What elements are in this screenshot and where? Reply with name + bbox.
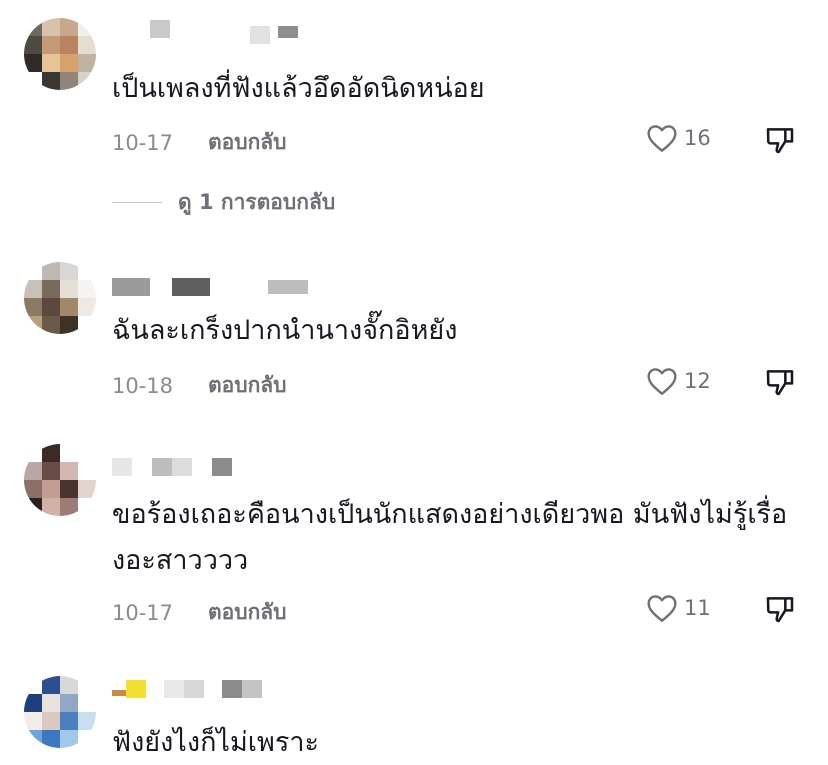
like-count: 12 <box>684 369 711 393</box>
comment-text: ฉันละเกร็งปากนำนางจั๊กอิหยัง <box>112 315 458 346</box>
dislike-button[interactable] <box>764 593 796 629</box>
username-redacted[interactable] <box>112 680 262 702</box>
reply-button[interactable]: ตอบกลับ <box>208 369 287 402</box>
comment-meta: 10-17 ตอบกลับ <box>112 126 287 159</box>
heart-outline-icon <box>647 125 677 152</box>
comment-date: 10-17 <box>112 130 174 155</box>
like-button[interactable]: 11 <box>646 593 711 623</box>
heart-outline-icon <box>647 368 677 395</box>
username-redacted[interactable] <box>112 20 298 44</box>
heart-outline-icon <box>647 595 677 622</box>
comment-meta: 10-18 ตอบกลับ <box>112 369 287 402</box>
view-replies-button[interactable]: ดู 1 การตอบกลับ <box>112 186 335 219</box>
dislike-button[interactable] <box>764 124 796 160</box>
comment-meta: 10-17 ตอบกลับ <box>112 596 287 629</box>
thumbs-down-icon <box>766 128 794 154</box>
comment-date: 10-17 <box>112 600 174 625</box>
divider-line <box>112 201 162 204</box>
like-count: 11 <box>684 596 711 620</box>
avatar[interactable] <box>24 444 96 516</box>
comment-text: ฟังยังไงก็ไม่เพราะ <box>112 727 319 758</box>
comment-date: 10-18 <box>112 373 174 398</box>
like-button[interactable]: 12 <box>646 366 711 396</box>
username-redacted[interactable] <box>112 278 308 300</box>
reply-button[interactable]: ตอบกลับ <box>208 596 287 629</box>
like-count: 16 <box>684 126 711 150</box>
thumbs-down-icon <box>766 370 794 396</box>
avatar[interactable] <box>24 18 96 90</box>
avatar[interactable] <box>24 262 96 334</box>
dislike-button[interactable] <box>764 366 796 402</box>
view-replies-label: ดู 1 การตอบกลับ <box>178 190 336 214</box>
comment-text: ขอร้องเถอะคือนางเป็นนักแสดงอย่างเดียวพอ … <box>112 499 788 576</box>
reply-button[interactable]: ตอบกลับ <box>208 126 287 159</box>
avatar[interactable] <box>24 676 96 748</box>
like-button[interactable]: 16 <box>646 123 711 153</box>
thumbs-down-icon <box>766 597 794 623</box>
comment-text: เป็นเพลงที่ฟังแล้วอึดอัดนิดหน่อย <box>112 73 485 104</box>
username-redacted[interactable] <box>112 458 232 480</box>
